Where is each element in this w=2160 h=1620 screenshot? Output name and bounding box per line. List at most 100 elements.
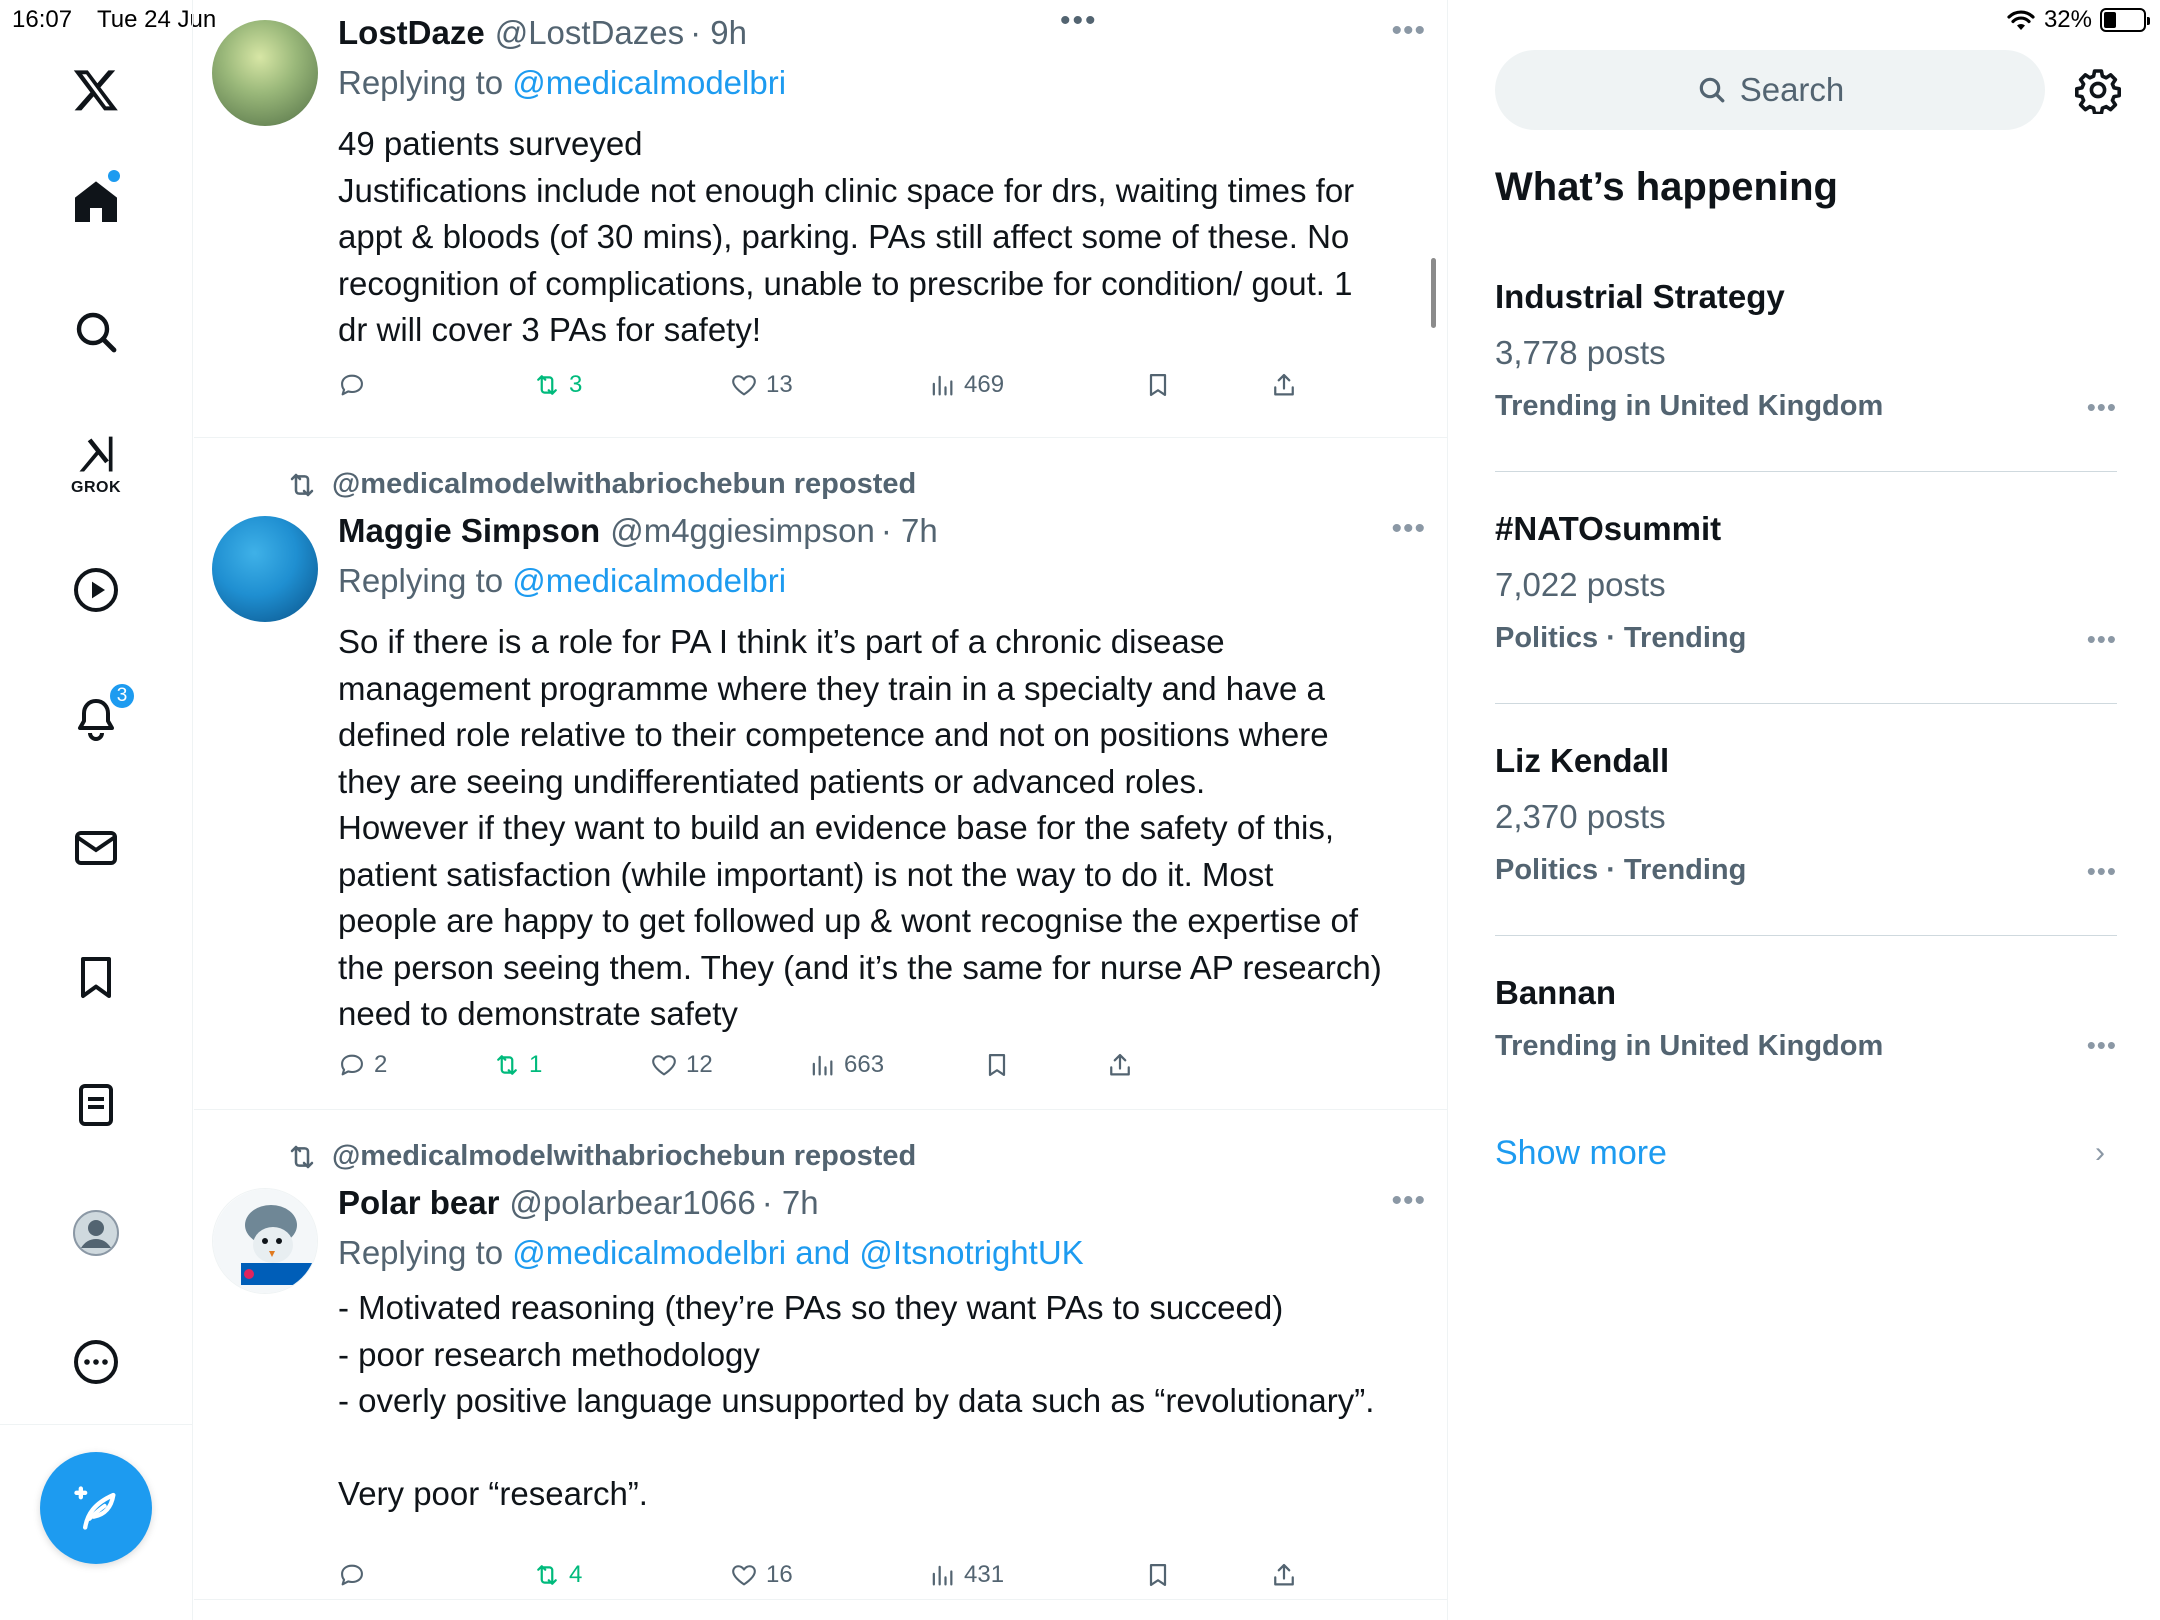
tweet-text-line: - poor research methodology: [338, 1335, 760, 1373]
tweet-card[interactable]: @medicalmodelwithabriochebun reposted Ma…: [194, 438, 1448, 1110]
repost-context-label: @medicalmodelwithabriochebun reposted: [332, 468, 917, 500]
tweet-author-name[interactable]: Maggie Simpson: [338, 512, 600, 550]
replying-to-link[interactable]: @medicalmodelbri: [512, 562, 786, 599]
search-box-icon: [1699, 77, 1725, 103]
bookmark-button[interactable]: [1144, 1555, 1172, 1595]
reply-count: 2: [374, 1051, 388, 1078]
tweet-text-line: the person seeing them. They (and it’s t…: [338, 948, 1382, 986]
tweet-text-line: recognition of complications, unable to …: [338, 264, 1353, 302]
tweet-timestamp[interactable]: · 9h: [690, 14, 747, 52]
tweet-author-avatar[interactable]: [212, 20, 318, 126]
notifications-bell-icon[interactable]: 3: [56, 678, 136, 758]
share-button[interactable]: [1270, 1555, 1298, 1595]
bookmark-icon: [988, 1053, 1006, 1077]
tweet-author-name[interactable]: Polar bear: [338, 1184, 499, 1222]
replying-to-link[interactable]: @medicalmodelbri: [512, 64, 786, 101]
trend-item[interactable]: #NATOsummit 7,022 posts Politics · Trend…: [1495, 510, 2117, 655]
repost-button[interactable]: 1: [493, 1045, 542, 1085]
bookmark-button[interactable]: [1144, 365, 1172, 405]
views-button[interactable]: 663: [808, 1045, 884, 1085]
tweet-actions: 4 16 431: [338, 1555, 1358, 1595]
repost-context[interactable]: @medicalmodelwithabriochebun reposted: [286, 1140, 916, 1173]
tweet-author-avatar[interactable]: [212, 516, 318, 622]
replying-to-link[interactable]: @medicalmodelbri and @ItsnotrightUK: [512, 1234, 1083, 1271]
trend-divider: [1495, 703, 2117, 704]
tweet-text-line: need to demonstrate safety: [338, 995, 738, 1032]
tweet-timestamp[interactable]: · 7h: [881, 512, 938, 550]
tweet-more-options-icon[interactable]: •••: [1391, 1184, 1426, 1218]
tweet-card[interactable]: LostDaze @LostDazes · 9h ••• Replying to…: [194, 0, 1448, 438]
search-placeholder: Search: [1739, 71, 1845, 108]
share-icon: [1274, 373, 1294, 396]
tweet-more-options-icon[interactable]: •••: [1391, 512, 1426, 546]
views-count: 431: [964, 1561, 1005, 1588]
x-logo-icon[interactable]: [56, 50, 136, 130]
tweet-replying-to: Replying to @medicalmodelbri and @Itsnot…: [338, 1234, 1084, 1272]
reply-button[interactable]: [338, 365, 374, 405]
right-sidebar: Search What’s happening Industrial Strat…: [1448, 0, 2160, 1620]
tweet-text-line: dr will cover 3 PAs for safety!: [338, 311, 762, 348]
trend-meta: Politics · Trending: [1495, 622, 1747, 654]
home-unread-dot: [108, 170, 120, 182]
repost-count: 1: [529, 1051, 543, 1078]
home-icon[interactable]: [56, 162, 136, 242]
bookmark-button[interactable]: [983, 1045, 1011, 1085]
trend-item[interactable]: Industrial Strategy 3,778 posts Trending…: [1495, 278, 2117, 423]
repost-button[interactable]: 3: [533, 365, 582, 405]
repost-count: 4: [569, 1561, 583, 1588]
tweet-text-line: Very poor “research”.: [338, 1474, 648, 1512]
search-icon[interactable]: [56, 292, 136, 372]
tweet-replying-to: Replying to @medicalmodelbri: [338, 64, 786, 102]
tweet-card[interactable]: @medicalmodelwithabriochebun reposted Po…: [194, 1110, 1448, 1600]
tweet-text-line: 49 patients surveyed: [338, 125, 643, 162]
tweet-author-handle[interactable]: @m4ggiesimpson: [610, 512, 875, 550]
trend-item[interactable]: Bannan Trending in United Kingdom •••: [1495, 974, 2117, 1063]
views-button[interactable]: 431: [928, 1555, 1004, 1595]
like-button[interactable]: 13: [730, 365, 793, 405]
tweet-text-line: management programme where they train in…: [338, 669, 1325, 707]
reply-button[interactable]: [338, 1555, 374, 1595]
more-options-icon[interactable]: [56, 1322, 136, 1402]
like-button[interactable]: 16: [730, 1555, 793, 1595]
like-button[interactable]: 12: [650, 1045, 713, 1085]
trend-more-options-icon[interactable]: •••: [2087, 856, 2117, 887]
tweet-text-line: defined role relative to their competenc…: [338, 716, 1329, 753]
tweet-more-options-icon[interactable]: •••: [1391, 14, 1426, 48]
search-box[interactable]: Search: [1495, 50, 2045, 130]
reply-button[interactable]: 2: [338, 1045, 387, 1085]
share-button[interactable]: [1270, 365, 1298, 405]
tweet-timestamp[interactable]: · 7h: [762, 1184, 819, 1222]
share-button[interactable]: [1106, 1045, 1134, 1085]
trend-more-options-icon[interactable]: •••: [2087, 392, 2117, 423]
tweet-text-line: they are seeing undifferentiated patient…: [338, 762, 1206, 800]
trend-more-options-icon[interactable]: •••: [2087, 1030, 2117, 1061]
video-icon[interactable]: [56, 550, 136, 630]
tweet-author-handle[interactable]: @polarbear1066: [509, 1184, 755, 1222]
trend-item[interactable]: Liz Kendall 2,370 posts Politics · Trend…: [1495, 742, 2117, 887]
tweet-text-line: Justifications include not enough clinic…: [338, 171, 1355, 209]
messages-mail-icon[interactable]: [56, 808, 136, 888]
grok-icon[interactable]: GROK: [56, 420, 136, 510]
trend-post-count: 3,778 posts: [1495, 334, 1666, 371]
share-icon: [1274, 1563, 1294, 1586]
bookmarks-icon[interactable]: [56, 937, 136, 1017]
polar-bear-avatar-image: [213, 1189, 317, 1293]
reply-icon: [341, 1564, 363, 1586]
compose-post-button[interactable]: [40, 1452, 152, 1564]
lists-icon[interactable]: [56, 1065, 136, 1145]
tweet-author-handle[interactable]: @LostDazes: [495, 14, 684, 52]
chevron-right-icon[interactable]: ›: [2095, 1136, 2105, 1170]
views-chart-icon: [932, 375, 953, 396]
trend-more-options-icon[interactable]: •••: [2087, 624, 2117, 655]
tweet-author-avatar[interactable]: [212, 1188, 318, 1294]
views-button[interactable]: 469: [928, 365, 1004, 405]
tweet-text-line: people are happy to get followed up & wo…: [338, 902, 1359, 939]
repost-context[interactable]: @medicalmodelwithabriochebun reposted: [286, 468, 916, 501]
repost-button[interactable]: 4: [533, 1555, 582, 1595]
settings-gear-icon[interactable]: [2074, 66, 2122, 114]
show-more-link[interactable]: Show more: [1495, 1134, 1667, 1173]
repost-icon: [537, 375, 557, 395]
tweet-author-name[interactable]: LostDaze: [338, 14, 485, 52]
profile-avatar-icon[interactable]: [56, 1193, 136, 1273]
timeline-feed[interactable]: LostDaze @LostDazes · 9h ••• Replying to…: [194, 0, 1448, 1620]
